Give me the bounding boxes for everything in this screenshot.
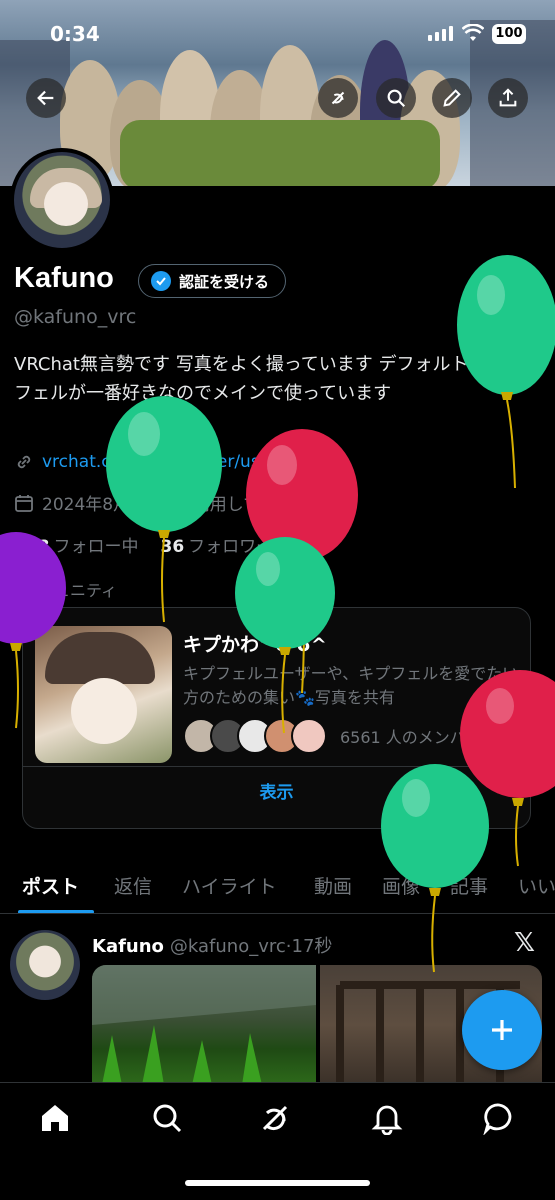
tab-posts[interactable]: ポスト <box>22 872 79 899</box>
followers-link[interactable]: 36 フォロワー <box>161 532 274 557</box>
tab-articles[interactable]: 記事 <box>450 872 488 899</box>
messages-icon[interactable] <box>482 1101 516 1135</box>
profile-bio: VRChat無言勢です 写真をよく撮っています デフォルトのキプフェルが一番好き… <box>14 354 523 404</box>
post-image[interactable] <box>92 965 316 1085</box>
wifi-icon <box>462 24 484 41</box>
community-description: キプフェルユーザーや、キプフェルを愛でたい方のための集い🐾写真を共有 <box>183 664 519 707</box>
get-verified-label: 認証を受ける <box>179 272 270 291</box>
share-button[interactable] <box>488 78 528 118</box>
following-count: 178 <box>14 537 50 557</box>
following-link[interactable]: 178 フォロー中 <box>14 532 139 557</box>
home-indicator <box>185 1180 370 1186</box>
community-members: 6561 人のメンバー <box>183 718 482 754</box>
grok-icon[interactable] <box>258 1101 292 1135</box>
profile-link-row: vrchat.com/home/user/usr_... <box>14 452 291 472</box>
signal-icon <box>428 26 453 41</box>
share-icon <box>499 88 517 107</box>
tab-media[interactable]: 画像 <box>382 872 420 899</box>
profile-joined-row: 2024年8月からXを利用しています › <box>14 490 326 515</box>
compose-button[interactable] <box>462 990 542 1070</box>
community-card[interactable]: キプかわ^ʊ̈ ʊ̈^ キプフェルユーザーや、キプフェルを愛でたい方のための集い… <box>22 607 531 829</box>
post-handle: @kafuno_vrc <box>169 936 286 957</box>
community-section-label: コミュニティ <box>22 581 118 600</box>
edit-button[interactable] <box>432 78 472 118</box>
chevron-right-icon[interactable]: › <box>319 493 326 513</box>
post-avatar[interactable] <box>10 930 80 1000</box>
verified-badge-icon <box>151 271 171 291</box>
profile-name: Kafuno <box>14 262 114 294</box>
grok-button[interactable] <box>318 78 358 118</box>
edit-icon <box>443 89 461 107</box>
community-member-count: 6561 人のメンバー <box>340 728 482 747</box>
calendar-icon <box>15 494 33 512</box>
member-avatar <box>291 718 327 754</box>
x-logo-icon: 𝕏 <box>514 928 535 958</box>
post-time: 17秒 <box>291 936 333 957</box>
post-author[interactable]: Kafuno <box>92 936 164 957</box>
grok-icon <box>331 91 345 105</box>
profile-tabs: ポスト 返信 ハイライト 動画 画像 記事 いいね <box>0 862 555 914</box>
profile-handle: @kafuno_vrc <box>14 306 137 328</box>
notifications-icon[interactable] <box>370 1101 404 1135</box>
status-bar: 0:34 100 <box>0 0 555 62</box>
status-time: 0:34 <box>50 22 100 46</box>
battery-indicator: 100 <box>492 24 526 44</box>
tab-replies[interactable]: 返信 <box>114 872 152 899</box>
profile-link[interactable]: vrchat.com/home/user/usr_... <box>42 452 291 472</box>
plus-icon <box>492 1020 512 1040</box>
community-show-button[interactable]: 表示 <box>23 778 530 803</box>
community-image <box>35 626 172 763</box>
profile-joined: 2024年8月からXを利用しています <box>42 495 312 515</box>
followers-label: フォロワー <box>188 537 274 557</box>
tab-videos[interactable]: 動画 <box>314 872 352 899</box>
back-arrow-icon <box>37 90 54 106</box>
post-header: Kafuno @kafuno_vrc·17秒 <box>92 936 333 957</box>
get-verified-button[interactable]: 認証を受ける <box>138 264 287 298</box>
follow-stats: 178 フォロー中 36 フォロワー <box>14 532 273 557</box>
tab-likes[interactable]: いいね <box>518 872 555 899</box>
tab-highlights[interactable]: ハイライト <box>182 872 277 899</box>
profile-avatar[interactable] <box>10 148 114 252</box>
back-button[interactable] <box>26 78 66 118</box>
search-icon[interactable] <box>150 1101 184 1135</box>
link-icon <box>17 455 31 469</box>
home-icon[interactable] <box>38 1101 72 1135</box>
followers-count: 36 <box>160 537 185 557</box>
active-tab-indicator <box>18 910 94 913</box>
community-title: キプかわ^ʊ̈ ʊ̈^ <box>183 634 327 656</box>
search-button[interactable] <box>376 78 416 118</box>
search-icon <box>387 89 406 108</box>
following-label: フォロー中 <box>53 537 139 557</box>
